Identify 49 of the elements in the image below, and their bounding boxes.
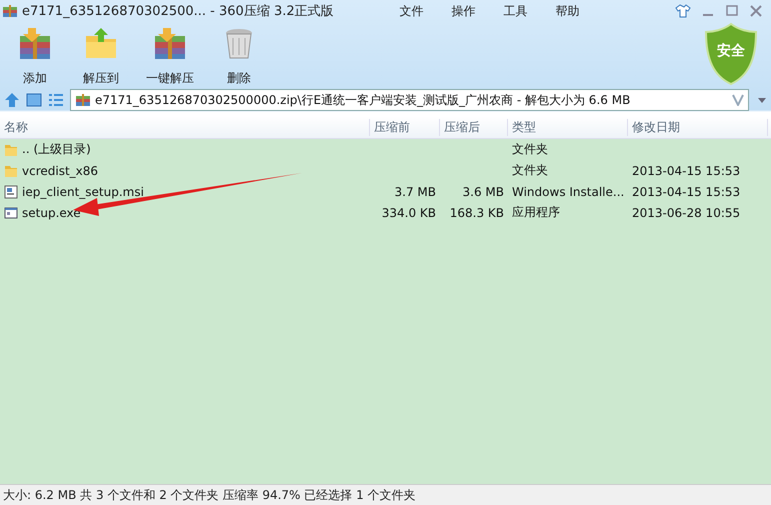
table-cell-text: 2013-04-15 15:53 — [631, 184, 742, 198]
menu-item[interactable]: 操作 — [452, 2, 476, 20]
archive-icon — [153, 26, 187, 60]
table-cell-text: Windows Installe... — [511, 184, 626, 198]
file-name[interactable]: iep_client_setup.msi — [22, 184, 144, 198]
column-header[interactable]: 名称 — [0, 118, 370, 136]
table-cell-text: 2013-06-28 10:55 — [631, 206, 742, 220]
app-icon — [2, 3, 18, 19]
archive-icon — [18, 26, 52, 60]
table-cell-text: 3.7 MB — [394, 184, 437, 198]
toolbar-button[interactable]: 解压到 — [80, 22, 122, 87]
toolbar-button[interactable]: 一键解压 — [146, 22, 194, 87]
address-field[interactable]: e7171_635126870302500000.zip\行E通统一客户端安装_测试版_广州农商 - 解包大小为 6.6 MB — [70, 89, 749, 111]
column-header[interactable]: 类型 — [508, 118, 628, 136]
menu-item[interactable]: 工具 — [504, 2, 528, 20]
column-header[interactable]: 压缩后 — [440, 118, 508, 136]
toolbar-button[interactable]: 添加 — [14, 22, 56, 87]
file-name[interactable]: setup.exe — [22, 206, 81, 220]
file-name[interactable]: .. (上级目录) — [22, 141, 91, 158]
table-cell-text: 文件夹 — [511, 141, 549, 158]
folder-icon — [4, 142, 18, 156]
thumbnail-view-icon[interactable] — [26, 92, 42, 108]
column-header[interactable]: 修改日期 — [628, 118, 768, 136]
close-icon[interactable] — [749, 4, 763, 18]
table-cell-text: 3.6 MB — [462, 184, 505, 198]
up-arrow-icon[interactable] — [4, 92, 20, 108]
table-cell-text: 334.0 KB — [380, 206, 437, 220]
v-icon — [732, 94, 744, 106]
table-cell-text: 文件夹 — [511, 162, 549, 179]
table-cell-text: 应用程序 — [511, 204, 561, 221]
file-name[interactable]: vcredist_x86 — [22, 164, 98, 178]
folder-icon — [4, 164, 18, 178]
program-icon — [4, 206, 18, 220]
maximize-icon[interactable] — [725, 4, 739, 18]
archive-icon — [75, 92, 91, 108]
status-text: 大小: 6.2 MB 共 3 个文件和 2 个文件夹 压缩率 94.7% 已经选择 1 个文件夹 — [3, 486, 416, 504]
table-cell-text: 2013-04-15 15:53 — [631, 164, 742, 178]
menu-item[interactable]: 帮助 — [556, 2, 580, 20]
toolbar-button[interactable]: 删除 — [218, 22, 260, 87]
shield-icon — [703, 22, 759, 86]
table-cell-text: 168.3 KB — [448, 206, 505, 220]
column-header[interactable]: 压缩前 — [370, 118, 440, 136]
list-view-icon[interactable] — [48, 92, 64, 108]
folder-icon — [84, 26, 118, 60]
installer-icon — [4, 184, 18, 198]
security-badge-label: 安全 — [716, 42, 746, 60]
shirt-icon[interactable] — [675, 4, 691, 18]
window-title: e7171_635126870302500... - 360压缩 3.2正式版 — [22, 3, 334, 20]
menu-item[interactable]: 文件 — [400, 2, 424, 20]
